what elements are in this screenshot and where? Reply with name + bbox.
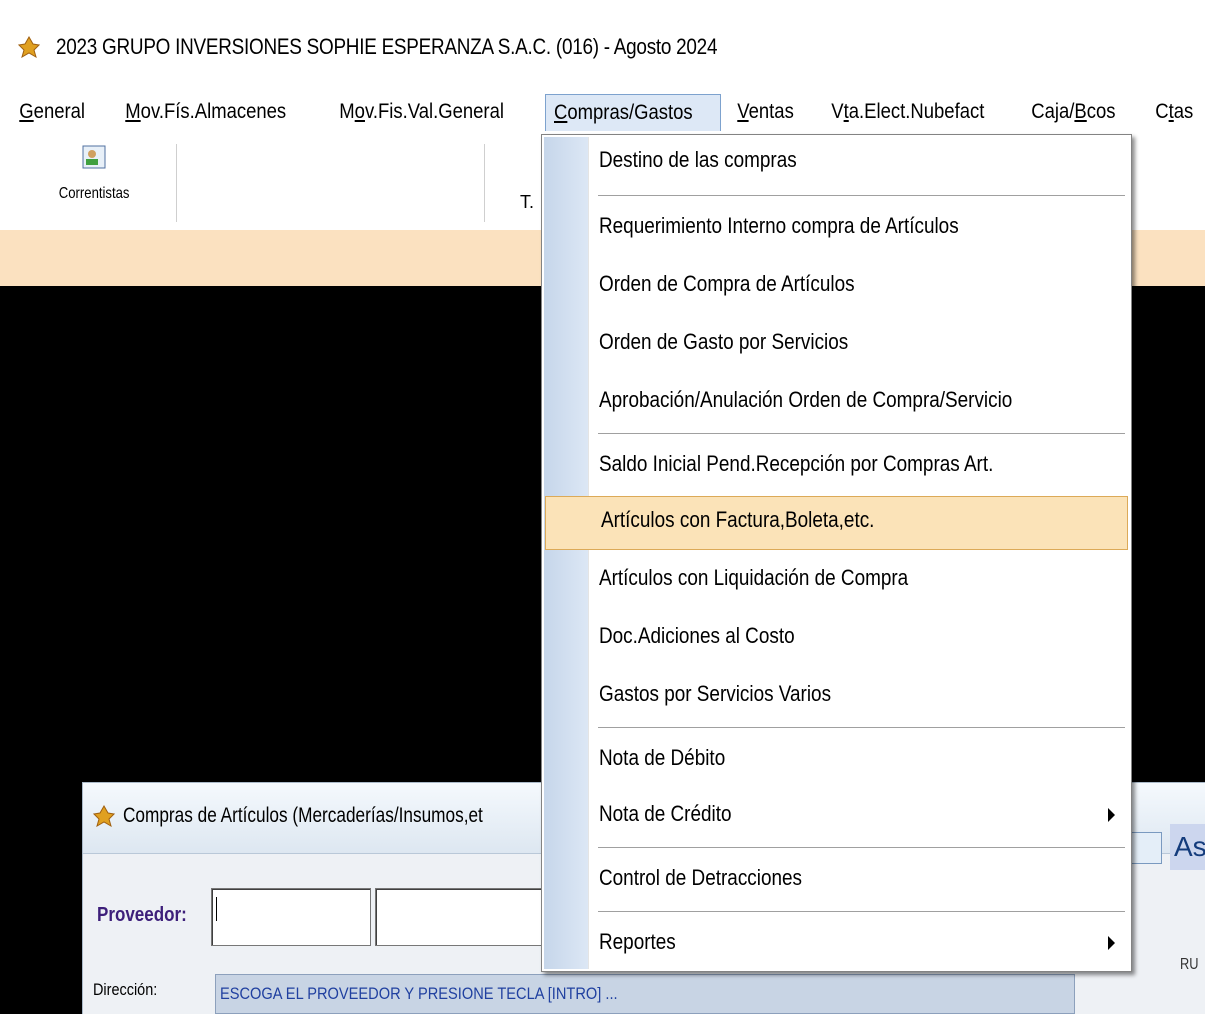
menu-item-aprobacion-anulacion[interactable]: Aprobación/Anulación Orden de Compra/Ser… [544,377,1129,431]
app-logo-icon [93,805,115,827]
menu-item-orden-compra-articulos[interactable]: Orden de Compra de Artículos [544,261,1129,315]
right-partial-label: As [1170,824,1205,870]
direccion-field: ESCOGA EL PROVEEDOR Y PRESIONE TECLA [IN… [215,974,1075,1014]
menu-item-label: Orden de Compra de Artículos [599,271,855,296]
menu-item-orden-gasto-servicios[interactable]: Orden de Gasto por Servicios [544,319,1129,373]
menu-item-label: Gastos por Servicios Varios [599,681,832,706]
correntistas-label: Correntistas [58,185,130,202]
menu-item-gastos-servicios-varios[interactable]: Gastos por Servicios Varios [544,671,1129,725]
menu-item-label: Reportes [599,929,676,954]
correntistas-button[interactable]: Correntistas [42,142,146,222]
menu-item-label: Artículos con Factura,Boleta,etc. [601,507,875,532]
menu-item-label: Nota de Crédito [599,801,732,826]
menu-item-label: Destino de las compras [599,147,797,172]
menu-bar: General Mov.Fís.Almacenes Mov.Fis.Val.Ge… [0,88,1205,134]
proveedor-label: Proveedor: [97,904,187,926]
menu-item-label: Aprobación/Anulación Orden de Compra/Ser… [599,387,1013,412]
menu-item-destino-compras[interactable]: Destino de las compras [544,137,1129,191]
menu-separator [598,195,1125,197]
contact-card-icon [82,145,106,169]
toolbar-partial-label: T. [520,192,535,212]
title-bar: 2023 GRUPO INVERSIONES SOPHIE ESPERANZA … [0,0,1205,88]
menu-item-label: Artículos con Liquidación de Compra [599,565,909,590]
submenu-arrow-icon [1108,936,1115,950]
menu-ctas[interactable]: Ctas [1150,94,1199,130]
window-title: 2023 GRUPO INVERSIONES SOPHIE ESPERANZA … [56,34,718,59]
menu-item-label: Control de Detracciones [599,865,802,890]
menu-item-label: Requerimiento Interno compra de Artículo… [599,213,959,238]
submenu-arrow-icon [1108,808,1115,822]
menu-item-control-detracciones[interactable]: Control de Detracciones [544,855,1129,909]
toolbar-separator [176,144,177,222]
menu-general[interactable]: General [14,94,90,130]
menu-separator [598,911,1125,913]
app-logo-icon [18,36,40,58]
menu-item-label: Doc.Adiciones al Costo [599,623,795,648]
menu-ventas[interactable]: Ventas [732,94,799,130]
direccion-label: Dirección: [93,980,158,999]
menu-item-nota-credito[interactable]: Nota de Crédito [544,791,1129,845]
menu-separator [598,847,1125,849]
menu-mov-fis-val-general[interactable]: Mov.Fis.Val.General [334,94,509,130]
menu-item-requerimiento-interno[interactable]: Requerimiento Interno compra de Artículo… [544,203,1129,257]
menu-item-label: Nota de Débito [599,745,726,770]
menu-item-saldo-inicial[interactable]: Saldo Inicial Pend.Recepción por Compras… [544,441,1129,495]
add-contact-icon[interactable] [1130,832,1162,864]
menu-item-label: Saldo Inicial Pend.Recepción por Compras… [599,451,994,476]
menu-item-nota-debito[interactable]: Nota de Débito [544,735,1129,789]
ruc-partial-label: RU [1180,956,1199,973]
menu-separator [598,433,1125,435]
menu-item-articulos-factura-boleta[interactable]: Artículos con Factura,Boleta,etc. [545,496,1128,550]
menu-mov-fis-almacenes[interactable]: Mov.Fís.Almacenes [120,94,291,130]
menu-compras-gastos[interactable]: Compras/Gastos [545,94,721,131]
child-window-title: Compras de Artículos (Mercaderías/Insumo… [123,804,483,827]
menu-vta-elect-nubefact[interactable]: Vta.Elect.Nubefact [826,94,990,130]
menu-item-label: Orden de Gasto por Servicios [599,329,849,354]
menu-item-doc-adiciones-costo[interactable]: Doc.Adiciones al Costo [544,613,1129,667]
menu-item-reportes[interactable]: Reportes [544,919,1129,973]
proveedor-code-input[interactable] [211,888,371,946]
menu-caja-bcos[interactable]: Caja/Bcos [1026,94,1121,130]
menu-separator [598,727,1125,729]
menu-item-articulos-liquidacion[interactable]: Artículos con Liquidación de Compra [544,555,1129,609]
compras-gastos-dropdown: Destino de las compras Requerimiento Int… [541,134,1132,972]
toolbar-separator [484,144,485,222]
